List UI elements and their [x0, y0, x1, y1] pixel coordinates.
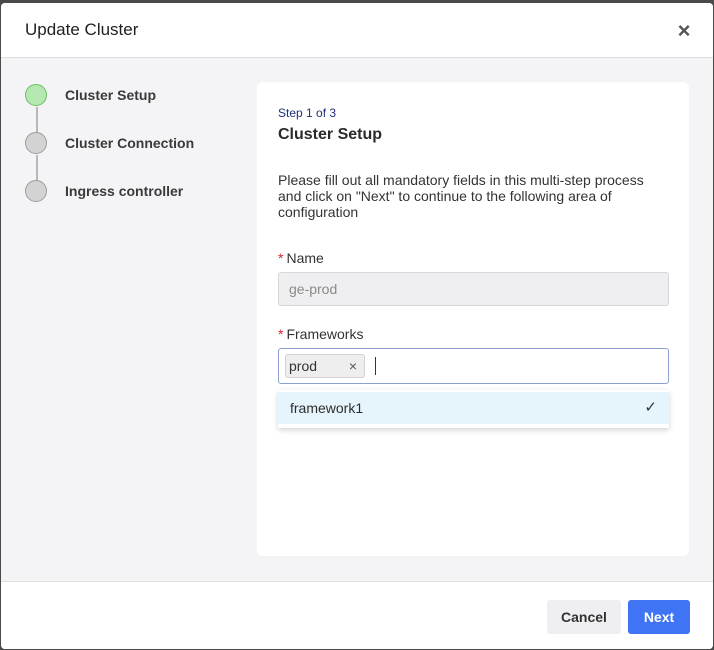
frameworks-field-label: * Frameworks: [278, 326, 363, 342]
close-icon[interactable]: ×: [675, 20, 693, 42]
checkmark-icon: ✓: [644, 399, 657, 416]
step-label-ingress-controller[interactable]: Ingress controller: [65, 183, 183, 199]
form-title: Cluster Setup: [278, 126, 383, 143]
dialog-title: Update Cluster: [25, 20, 139, 39]
framework-tag-label: prod: [289, 358, 318, 374]
step-label-cluster-setup[interactable]: Cluster Setup: [65, 87, 156, 103]
dropdown-option-framework1[interactable]: framework1 ✓: [278, 392, 669, 424]
step-connector: [36, 155, 38, 181]
step-label-cluster-connection[interactable]: Cluster Connection: [65, 135, 194, 151]
step-progress-text: Step 1 of 3: [278, 106, 337, 120]
name-field-label: * Name: [278, 250, 324, 266]
step-indicator-ingress-controller[interactable]: [25, 180, 47, 202]
text-cursor: [375, 357, 376, 375]
remove-tag-icon[interactable]: ×: [349, 355, 357, 377]
required-marker: *: [278, 250, 284, 266]
form-card: Step 1 of 3 Cluster Setup Please fill ou…: [257, 82, 689, 556]
dialog-header: Update Cluster ×: [1, 3, 713, 58]
next-button[interactable]: Next: [628, 600, 690, 634]
required-marker: *: [278, 326, 284, 342]
form-description: Please fill out all mandatory fields in …: [278, 172, 644, 220]
step-indicator-cluster-setup[interactable]: [25, 84, 47, 106]
dialog-footer: Cancel Next: [1, 581, 713, 649]
frameworks-label-text: Frameworks: [286, 326, 364, 342]
cancel-button[interactable]: Cancel: [547, 600, 621, 634]
step-indicator-cluster-connection[interactable]: [25, 132, 47, 154]
frameworks-multiselect[interactable]: prod ×: [278, 348, 669, 384]
step-connector: [36, 107, 38, 133]
frameworks-dropdown: framework1 ✓: [278, 390, 669, 428]
name-label-text: Name: [286, 250, 324, 266]
framework-tag: prod ×: [285, 354, 365, 378]
name-field[interactable]: [278, 272, 669, 306]
dialog-body: Cluster Setup Cluster Connection Ingress…: [1, 58, 713, 581]
option-label: framework1: [290, 400, 364, 416]
stepper: Cluster Setup Cluster Connection Ingress…: [1, 58, 251, 258]
update-cluster-dialog: Update Cluster × Cluster Setup Cluster C…: [1, 3, 713, 649]
